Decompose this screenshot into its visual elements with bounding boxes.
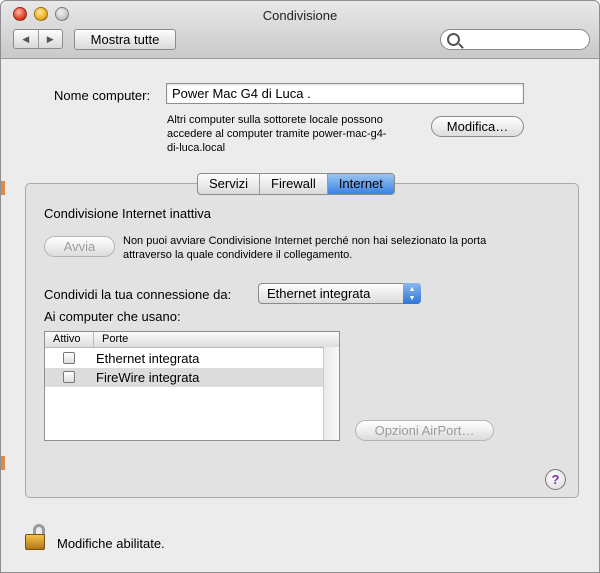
sharing-message: Non puoi avviare Condivisione Internet p… (123, 235, 487, 261)
port-name: FireWire integrata (96, 370, 200, 385)
tab-firewall[interactable]: Firewall (259, 174, 327, 194)
scrollbar[interactable] (323, 347, 339, 440)
search-icon (447, 33, 460, 46)
to-computers-label: Ai computer che usano: (44, 309, 181, 324)
search-input[interactable] (440, 29, 590, 50)
edge-marker (1, 181, 5, 195)
nav-back-forward: ◀ ▶ (13, 29, 63, 49)
computer-name-info: Altri computer sulla sottorete locale po… (167, 114, 387, 154)
active-checkbox[interactable] (63, 352, 75, 364)
lock-status-label: Modifiche abilitate. (57, 536, 165, 551)
tab-internet[interactable]: Internet (326, 174, 394, 194)
table-row[interactable]: FireWire integrata (45, 368, 324, 387)
toolbar: Condivisione ◀ ▶ Mostra tutte (1, 1, 599, 59)
lock-icon[interactable] (23, 524, 49, 552)
computer-name-field[interactable]: Power Mac G4 di Luca . (166, 83, 524, 104)
chevron-updown-icon: ▲ ▼ (403, 283, 421, 304)
sharing-status: Condivisione Internet inattiva (44, 206, 211, 221)
help-icon[interactable]: ? (545, 469, 566, 490)
share-from-label: Condividi la tua connessione da: (44, 287, 232, 302)
active-checkbox[interactable] (63, 371, 75, 383)
edit-name-button[interactable]: Modifica… (431, 116, 524, 137)
window-title: Condivisione (262, 8, 338, 23)
computer-name-label: Nome computer: (54, 88, 151, 103)
edge-marker (1, 456, 5, 470)
tab-servizi[interactable]: Servizi (198, 174, 259, 194)
show-all-button[interactable]: Mostra tutte (74, 29, 176, 50)
port-name: Ethernet integrata (96, 351, 200, 366)
column-ports[interactable]: Porte (94, 332, 128, 347)
start-button[interactable]: Avvia (44, 236, 115, 257)
share-from-value: Ethernet integrata (267, 286, 371, 301)
share-from-select[interactable]: Ethernet integrata ▲ ▼ (258, 283, 421, 304)
ports-table: Attivo Porte Ethernet integrata FireWire… (44, 331, 340, 441)
column-active[interactable]: Attivo (45, 332, 94, 347)
window: Condivisione ◀ ▶ Mostra tutte Nome compu… (0, 0, 600, 573)
forward-arrow-icon[interactable]: ▶ (37, 30, 63, 48)
back-arrow-icon[interactable]: ◀ (14, 30, 38, 48)
table-header: Attivo Porte (45, 332, 339, 348)
table-row[interactable]: Ethernet integrata (45, 349, 324, 368)
tab-bar: Servizi Firewall Internet (197, 173, 395, 195)
airport-options-button[interactable]: Opzioni AirPort… (355, 420, 494, 441)
